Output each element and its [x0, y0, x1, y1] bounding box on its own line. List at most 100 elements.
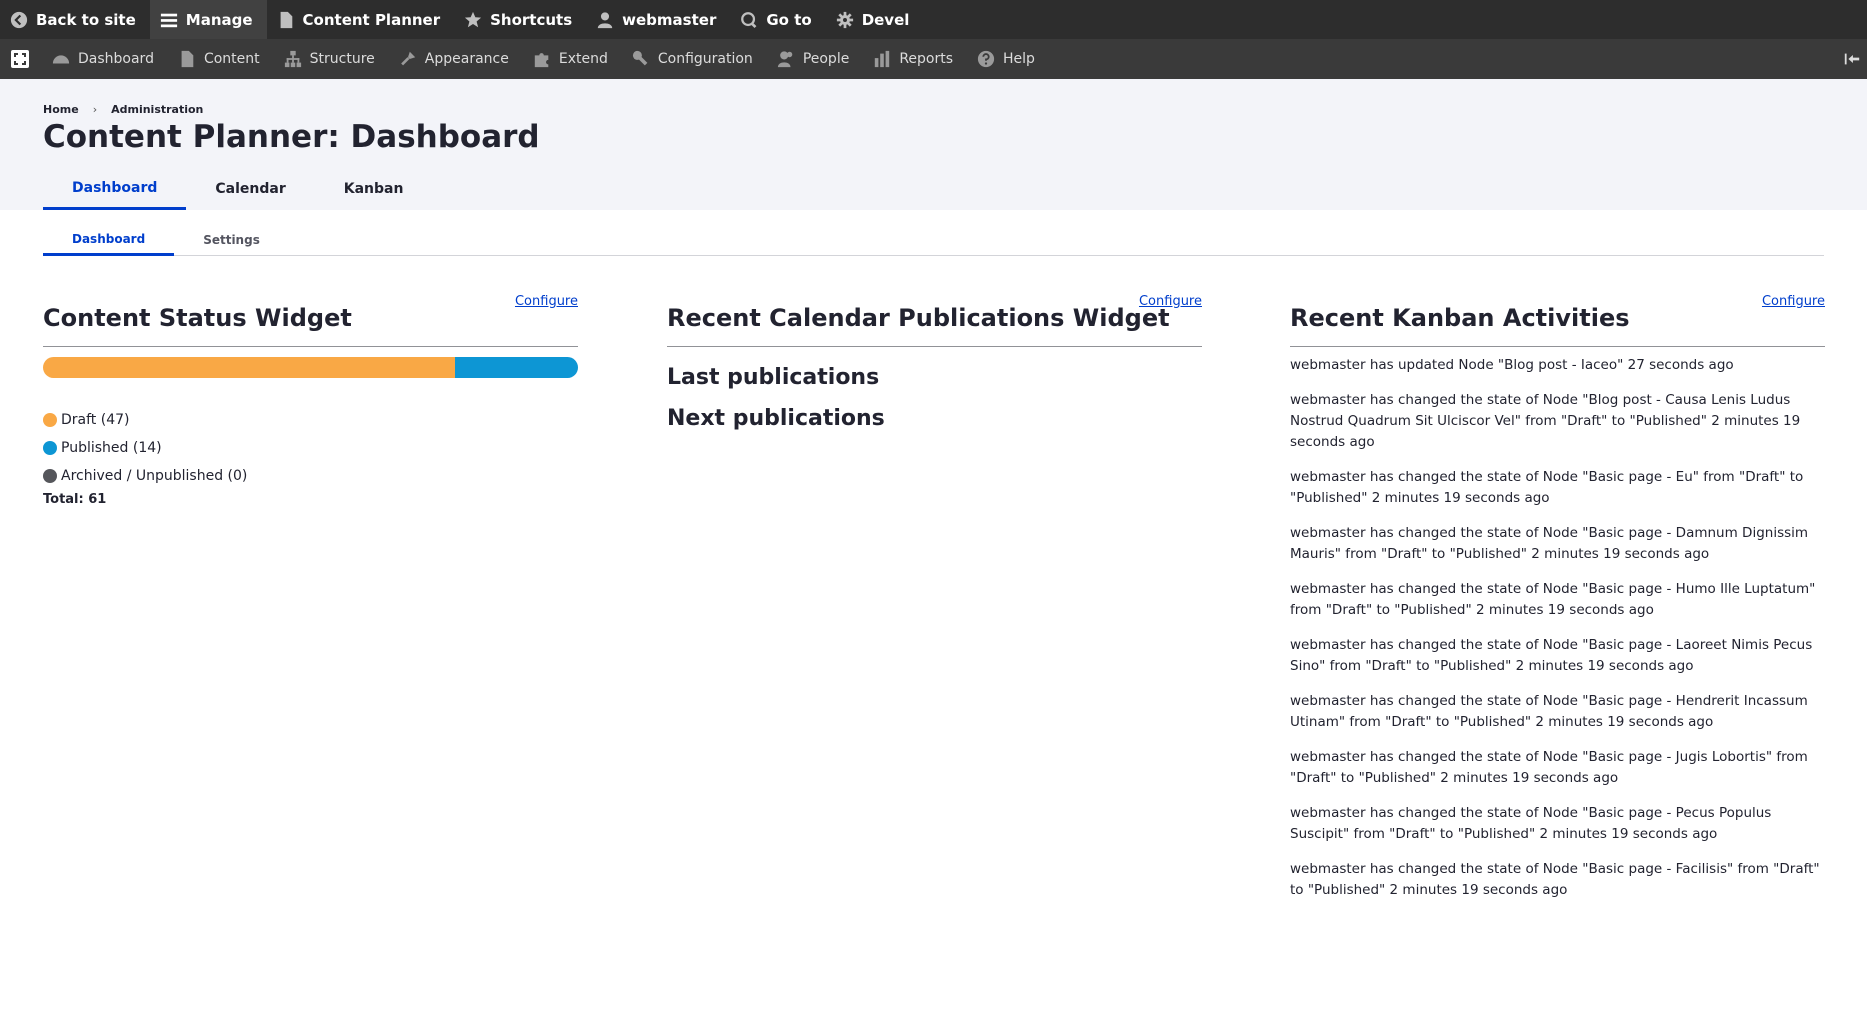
configure-link[interactable]: Configure	[515, 294, 578, 309]
devel-tab[interactable]: Devel	[826, 0, 924, 39]
published-segment	[455, 357, 578, 378]
paintbrush-icon	[400, 51, 415, 66]
published-dot-icon	[43, 441, 57, 455]
sitemap-icon	[284, 50, 301, 68]
widget-header: Recent Kanban Activities Configure	[1290, 290, 1825, 347]
legend-archived: Archived / Unpublished (0)	[43, 462, 578, 490]
go-to-tab[interactable]: Go to	[730, 0, 825, 39]
tray-item-label: People	[802, 51, 850, 67]
wrench-icon	[632, 50, 648, 66]
tab-kanban[interactable]: Kanban	[315, 168, 433, 210]
subtab-dashboard[interactable]: Dashboard	[43, 224, 175, 256]
next-publications-heading: Next publications	[667, 406, 885, 431]
page-header: Home › Administration Content Planner: D…	[0, 79, 1867, 210]
widget-header: Recent Calendar Publications Widget Conf…	[667, 290, 1202, 347]
tray-item-dashboard[interactable]: Dashboard	[40, 39, 166, 79]
legend-draft: Draft (47)	[43, 406, 578, 434]
collapse-tray-button[interactable]	[1837, 39, 1867, 79]
go-to-label: Go to	[766, 10, 812, 29]
primary-tabs: Dashboard Calendar Kanban	[43, 168, 432, 210]
calendar-publications-widget: Recent Calendar Publications Widget Conf…	[667, 290, 1202, 431]
back-to-site-label: Back to site	[36, 10, 136, 29]
activity-item: webmaster has changed the state of Node …	[1290, 749, 1808, 786]
activity-item: webmaster has changed the state of Node …	[1290, 693, 1808, 730]
tray-item-help[interactable]: Help	[965, 39, 1047, 79]
activity-item: webmaster has changed the state of Node …	[1290, 637, 1813, 674]
status-progress-bar	[43, 357, 578, 378]
tray-item-appearance[interactable]: Appearance	[387, 39, 521, 79]
tray-item-structure[interactable]: Structure	[272, 39, 387, 79]
page-title: Content Planner: Dashboard	[43, 119, 540, 155]
widget-title: Recent Kanban Activities	[1290, 304, 1630, 332]
tray-item-extend[interactable]: Extend	[521, 39, 620, 79]
legend-label: Draft (47)	[61, 412, 130, 428]
last-publications-heading: Last publications	[667, 365, 880, 390]
people-icon	[777, 51, 793, 68]
puzzle-icon	[534, 53, 549, 68]
tray-item-label: Extend	[558, 51, 608, 67]
legend-label: Archived / Unpublished (0)	[61, 468, 248, 484]
legend-label: Published (14)	[61, 440, 162, 456]
content-planner-tab[interactable]: Content Planner	[267, 0, 455, 39]
activity-item: webmaster has changed the state of Node …	[1290, 525, 1809, 562]
content-planner-label: Content Planner	[302, 10, 441, 29]
kanban-activities-widget: Recent Kanban Activities Configure webma…	[1290, 290, 1825, 915]
draft-dot-icon	[43, 413, 57, 427]
tray-orientation-toggle[interactable]	[0, 39, 40, 79]
user-tab[interactable]: webmaster	[586, 0, 730, 39]
toolbar-tray: Dashboard Content Structure Appearance E…	[0, 39, 1867, 79]
search-icon	[741, 11, 757, 28]
activity-item: webmaster has changed the state of Node …	[1290, 581, 1816, 618]
configure-link[interactable]: Configure	[1762, 294, 1825, 309]
total-count: Total: 61	[43, 492, 107, 507]
archived-dot-icon	[43, 469, 57, 483]
secondary-tabs: Dashboard Settings	[43, 224, 1824, 256]
tray-item-label: Appearance	[424, 51, 509, 67]
gear-icon	[836, 11, 853, 28]
widget-title: Recent Calendar Publications Widget	[667, 304, 1170, 332]
admin-toolbar: Back to site Manage Content Planner Shor…	[0, 0, 1867, 39]
manage-label: Manage	[185, 10, 253, 29]
activity-item: webmaster has updated Node "Blog post - …	[1290, 357, 1734, 373]
breadcrumb-administration[interactable]: Administration	[111, 103, 203, 116]
tab-dashboard[interactable]: Dashboard	[43, 168, 187, 210]
shortcuts-tab[interactable]: Shortcuts	[454, 0, 586, 39]
devel-label: Devel	[861, 10, 910, 29]
activity-item: webmaster has changed the state of Node …	[1290, 392, 1801, 450]
tray-item-reports[interactable]: Reports	[861, 39, 965, 79]
user-label: webmaster	[622, 10, 717, 29]
breadcrumb-separator-icon: ›	[92, 103, 98, 116]
tray-item-configuration[interactable]: Configuration	[620, 39, 765, 79]
shortcuts-label: Shortcuts	[490, 10, 573, 29]
status-legend: Draft (47) Published (14) Archived / Unp…	[43, 406, 578, 507]
tray-item-label: Dashboard	[78, 51, 154, 67]
tray-item-label: Configuration	[657, 51, 753, 67]
back-arrow-icon	[10, 11, 28, 28]
tray-item-content[interactable]: Content	[166, 39, 272, 79]
dashboard-icon	[52, 55, 70, 64]
bar-chart-icon	[875, 50, 890, 68]
activity-item: webmaster has changed the state of Node …	[1290, 805, 1772, 842]
draft-segment	[43, 357, 456, 378]
tray-item-label: Content	[203, 51, 260, 67]
tab-calendar[interactable]: Calendar	[186, 168, 314, 210]
tray-item-label: Help	[1003, 51, 1035, 67]
star-icon	[465, 11, 482, 27]
widget-title: Content Status Widget	[43, 304, 352, 332]
manage-tab[interactable]: Manage	[149, 0, 267, 39]
document-icon	[280, 11, 292, 28]
subtab-settings[interactable]: Settings	[174, 224, 289, 256]
breadcrumb-home[interactable]: Home	[43, 103, 79, 116]
activity-item: webmaster has changed the state of Node …	[1290, 861, 1820, 898]
activity-list: webmaster has updated Node "Blog post - …	[1290, 355, 1825, 901]
tray-item-label: Reports	[899, 51, 954, 67]
collapse-arrow-icon	[1844, 53, 1860, 65]
expand-icon	[11, 50, 29, 68]
breadcrumb: Home › Administration	[43, 103, 203, 116]
activity-item: webmaster has changed the state of Node …	[1290, 469, 1804, 506]
configure-link[interactable]: Configure	[1139, 294, 1202, 309]
back-to-site-link[interactable]: Back to site	[0, 0, 150, 39]
tray-item-people[interactable]: People	[765, 39, 862, 79]
content-status-widget: Content Status Widget Configure Draft (4…	[43, 290, 578, 507]
legend-published: Published (14)	[43, 434, 578, 462]
